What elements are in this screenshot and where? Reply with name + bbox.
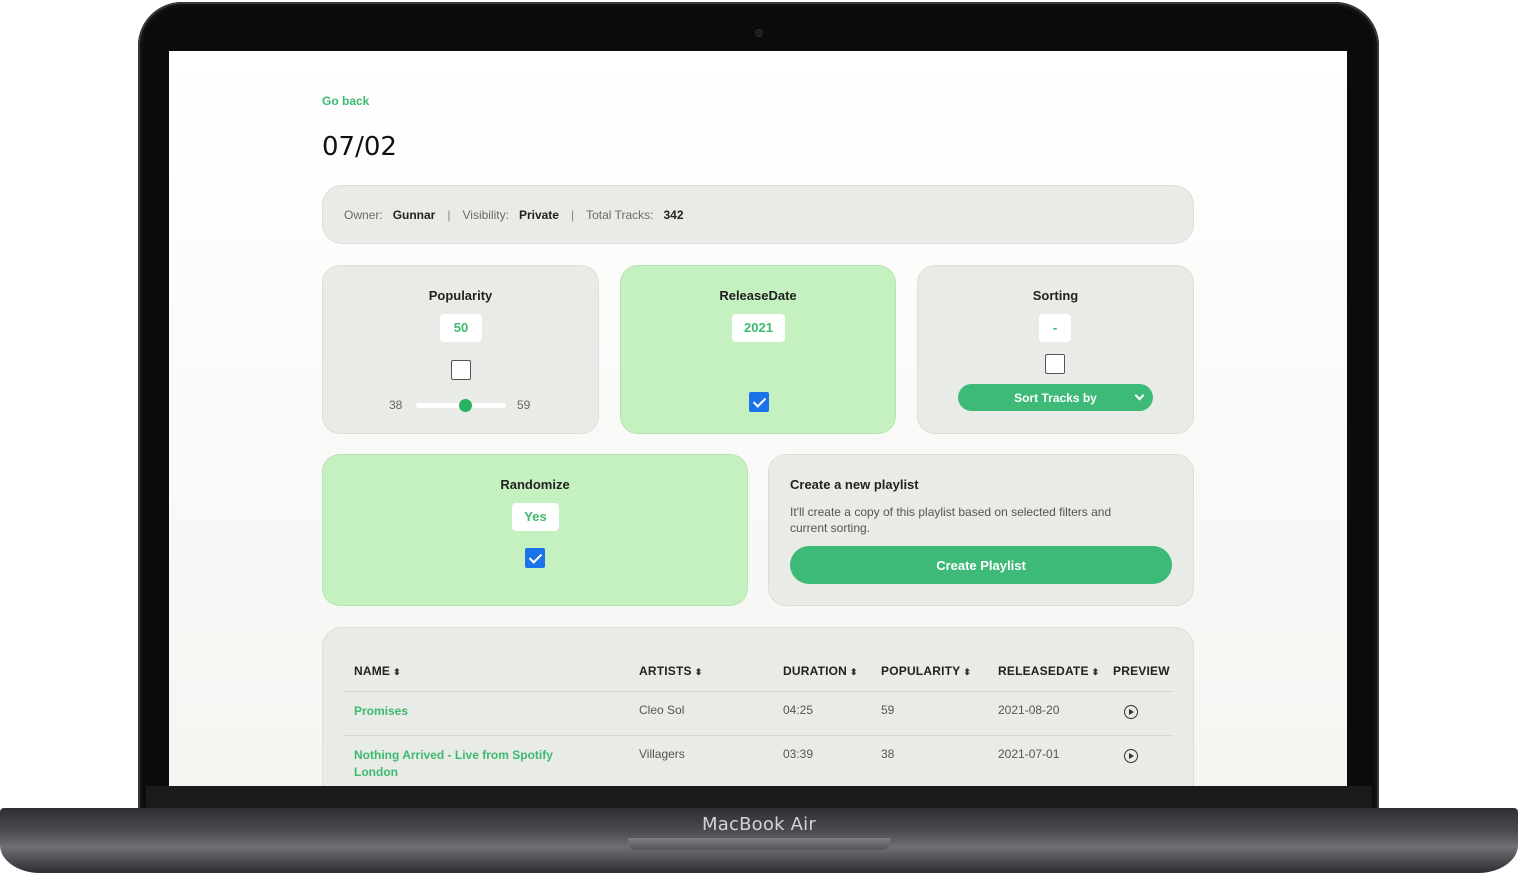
create-playlist-card: Create a new playlist It'll create a cop… [768,454,1194,606]
camera-icon [755,29,763,37]
go-back-link[interactable]: Go back [322,94,369,108]
row-divider [344,735,1173,736]
column-header-preview: PREVIEW [1113,664,1170,678]
track-popularity: 38 [881,747,895,761]
slider-thumb[interactable] [459,399,472,412]
release-date-checkbox[interactable] [749,392,769,412]
track-artists: Villagers [639,747,685,761]
track-release-date: 2021-08-20 [998,703,1060,717]
release-date-filter-card: ReleaseDate 2021 [620,265,896,434]
sorting-checkbox[interactable] [1045,354,1065,374]
sort-icon: ⬍ [694,667,703,677]
popularity-value: 50 [440,314,482,342]
playlist-info-bar: Owner: Gunnar | Visibility: Private | To… [322,185,1194,244]
track-duration: 04:25 [783,703,814,717]
sorting-value: - [1039,314,1071,342]
sorting-filter-card: Sorting - Sort Tracks by [917,265,1194,434]
sort-icon: ⬍ [393,667,401,677]
track-release-date: 2021-07-01 [998,747,1060,761]
randomize-card: Randomize Yes [322,454,748,606]
owner-value: Gunnar [392,208,436,222]
track-artists: Cleo Sol [639,703,685,717]
chevron-down-icon [1134,390,1145,401]
track-name-link[interactable]: Nothing Arrived - Live from Spotify Lond… [354,747,594,781]
slider-max-label: 59 [517,398,531,412]
sort-icon: ⬍ [1091,667,1100,677]
column-header-popularity[interactable]: POPULARITY ⬍ [881,664,971,678]
randomize-checkbox[interactable] [525,548,545,568]
owner-label: Owner: [344,208,383,222]
sort-tracks-dropdown[interactable]: Sort Tracks by [958,384,1153,411]
popularity-filter-card: Popularity 50 38 59 [322,265,599,434]
sorting-title: Sorting [1032,288,1079,303]
column-header-duration[interactable]: DURATION ⬍ [783,664,858,678]
column-header-releasedate[interactable]: RELEASEDATE ⬍ [998,664,1099,678]
sort-tracks-label: Sort Tracks by [1014,390,1097,405]
create-playlist-button[interactable]: Create Playlist [790,546,1172,584]
release-date-value: 2021 [732,314,785,342]
info-separator: | [447,208,451,222]
slider-min-label: 38 [389,398,403,412]
page-title: 07/02 [322,132,397,162]
row-divider [344,691,1173,692]
device-brand-label: MacBook Air [702,814,816,835]
track-name-link[interactable]: Promises [354,703,594,720]
randomize-value: Yes [512,503,559,531]
total-tracks-value: 342 [663,208,684,222]
app-screen: Go back 07/02 Owner: Gunnar | Visibility… [169,51,1347,786]
laptop-hinge-notch [628,838,890,850]
create-playlist-description: It'll create a copy of this playlist bas… [790,505,1112,535]
popularity-title: Popularity [428,288,493,303]
track-duration: 03:39 [783,747,814,761]
sort-icon: ⬍ [850,667,858,677]
visibility-value: Private [518,208,559,222]
visibility-label: Visibility: [462,208,509,222]
column-header-name[interactable]: NAME ⬍ [354,664,401,678]
playlist-info-row: Owner: Gunnar | Visibility: Private | To… [344,208,684,222]
popularity-slider[interactable]: 38 59 [389,397,537,413]
randomize-title: Randomize [500,477,570,492]
tracks-table: NAME ⬍ ARTISTS ⬍ DURATION ⬍ POPULARITY ⬍ REL… [322,627,1194,786]
total-tracks-label: Total Tracks: [586,208,654,222]
info-separator: | [570,208,575,222]
popularity-checkbox[interactable] [451,360,471,380]
sort-icon: ⬍ [963,667,972,677]
column-header-artists[interactable]: ARTISTS ⬍ [639,664,702,678]
create-playlist-title: Create a new playlist [790,477,919,492]
release-date-title: ReleaseDate [719,288,797,303]
play-circle-icon[interactable] [1124,749,1138,763]
track-popularity: 59 [881,703,895,717]
play-circle-icon[interactable] [1124,705,1138,719]
